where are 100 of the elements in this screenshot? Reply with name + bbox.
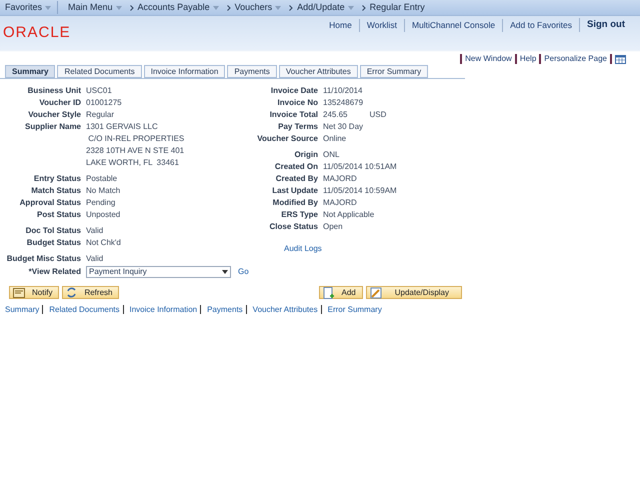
field-value: Unposted — [86, 209, 120, 221]
tab[interactable]: Summary — [5, 65, 56, 78]
field-label: Origin — [293, 149, 319, 161]
tab[interactable]: Related Documents — [57, 65, 142, 78]
field-label: Business Unit — [26, 85, 82, 97]
dropdown-arrow-icon — [222, 270, 228, 274]
field-label: Budget Status — [26, 237, 82, 249]
caret-icon — [116, 6, 122, 10]
breadcrumb-item[interactable]: Vouchers — [234, 0, 282, 14]
field-label: Invoice Total — [268, 109, 319, 121]
field-label: *View Related — [28, 266, 82, 278]
field-label: Match Status — [30, 185, 82, 197]
header-link[interactable]: Worklist — [358, 18, 404, 32]
field-value: Valid — [86, 253, 104, 265]
header-link[interactable]: Sign out — [579, 18, 632, 32]
bottom-link[interactable]: Error Summary — [328, 304, 382, 316]
field-label: Entry Status — [32, 173, 82, 185]
field-value: 2328 10TH AVE N STE 401 — [86, 145, 184, 157]
field-value: MAJORD — [323, 173, 357, 185]
breadcrumb-item[interactable]: Regular Entry — [370, 0, 425, 14]
go-link[interactable]: Go — [238, 266, 249, 278]
bottom-link[interactable]: Summary — [5, 304, 40, 316]
currency-value: USD — [369, 109, 386, 121]
field-value: 11/05/2014 10:59AM — [323, 185, 397, 197]
field-value: Open — [323, 221, 343, 233]
field-value: 11/05/2014 10:51AM — [323, 161, 397, 173]
field-value: 1301 GERVAIS LLC — [86, 121, 158, 133]
field-label: ERS Type — [280, 209, 319, 221]
logo: ORACLE — [3, 24, 71, 42]
bottom-link[interactable]: Payments — [207, 304, 243, 316]
breadcrumb-item[interactable]: Favorites — [5, 0, 52, 14]
field-value: 245.65 — [323, 109, 348, 121]
field-value: 01001275 — [86, 97, 122, 109]
field-label: Modified By — [272, 197, 319, 209]
header-link[interactable]: MultiChannel Console — [404, 18, 502, 32]
header-link[interactable]: Home — [322, 18, 359, 32]
field-label: Voucher Style — [27, 109, 82, 121]
chevron-icon — [362, 4, 366, 10]
page-link[interactable]: Help — [514, 54, 540, 64]
chevron-icon — [289, 4, 294, 10]
bottom-link[interactable]: Invoice Information — [130, 304, 198, 316]
field-label: Pay Terms — [277, 121, 319, 133]
field-label: Invoice No — [276, 97, 319, 109]
field-value: ONL — [323, 149, 340, 161]
field-value: C/O IN-REL PROPERTIES — [87, 133, 184, 145]
caret-icon — [45, 6, 52, 10]
toolbar-button[interactable]: Add — [318, 286, 363, 299]
pencil-icon — [370, 286, 382, 298]
field-label: Supplier Name — [24, 121, 82, 133]
bottom-link[interactable]: Voucher Attributes — [252, 304, 318, 316]
field-label: Invoice Date — [270, 85, 319, 97]
field-label: Last Update — [271, 185, 319, 197]
envelope-icon — [13, 288, 25, 298]
field-label: Post Status — [36, 209, 82, 221]
field-value: Online — [323, 133, 346, 145]
field-value: 135248679 — [323, 97, 364, 109]
field-value: Valid — [86, 225, 104, 237]
field-value: No Match — [86, 185, 120, 197]
tab[interactable]: Invoice Information — [144, 65, 226, 78]
toolbar-button[interactable]: Update/Display — [366, 286, 462, 299]
header-link[interactable]: Add to Favorites — [502, 18, 579, 32]
field-label: Approval Status — [18, 197, 82, 209]
caret-icon — [275, 6, 282, 10]
refresh-icon — [66, 287, 78, 298]
add-document-icon — [322, 286, 335, 298]
field-label: Budget Misc Status — [6, 253, 82, 265]
field-value: MAJORD — [323, 197, 357, 209]
toolbar-button[interactable]: Notify — [9, 286, 60, 299]
chevron-icon — [226, 4, 231, 10]
field-label: Close Status — [268, 221, 319, 233]
field-label: Created By — [274, 173, 319, 185]
field-value: Not Chk'd — [86, 237, 121, 249]
field-label: Voucher Source — [256, 133, 319, 145]
field-value: USC01 — [86, 85, 112, 97]
field-value: Regular — [86, 109, 114, 121]
field-value: Net 30 Day — [323, 121, 364, 133]
breadcrumb-item[interactable]: Main Menu — [68, 0, 122, 14]
grid-icon[interactable] — [615, 54, 626, 64]
breadcrumb-item[interactable]: Accounts Payable — [138, 0, 219, 14]
field-value: Pending — [86, 197, 116, 209]
tab[interactable]: Voucher Attributes — [278, 65, 358, 78]
field-label: Created On — [274, 161, 319, 173]
caret-icon — [212, 6, 219, 10]
page-link[interactable]: New Window — [460, 54, 515, 64]
tab[interactable]: Payments — [227, 65, 277, 78]
field-label: Voucher ID — [38, 97, 82, 109]
chevron-icon — [130, 4, 134, 10]
field-value: 11/10/2014 — [323, 85, 362, 97]
view-related-dropdown[interactable]: Payment Inquiry — [86, 266, 231, 278]
page-link[interactable]: Personalize Page — [539, 54, 610, 64]
toolbar-button[interactable]: Refresh — [62, 286, 120, 299]
bottom-link[interactable]: Related Documents — [49, 304, 120, 316]
audit-logs-link[interactable]: Audit Logs — [284, 243, 397, 255]
breadcrumb-item[interactable]: Add/Update — [297, 0, 354, 14]
field-label: Doc Tol Status — [24, 225, 82, 237]
field-value: Postable — [86, 173, 118, 185]
field-value: LAKE WORTH, FL 33461 — [86, 157, 179, 169]
caret-icon — [348, 6, 354, 10]
field-value: Not Applicable — [323, 209, 374, 221]
tab[interactable]: Error Summary — [360, 65, 428, 78]
